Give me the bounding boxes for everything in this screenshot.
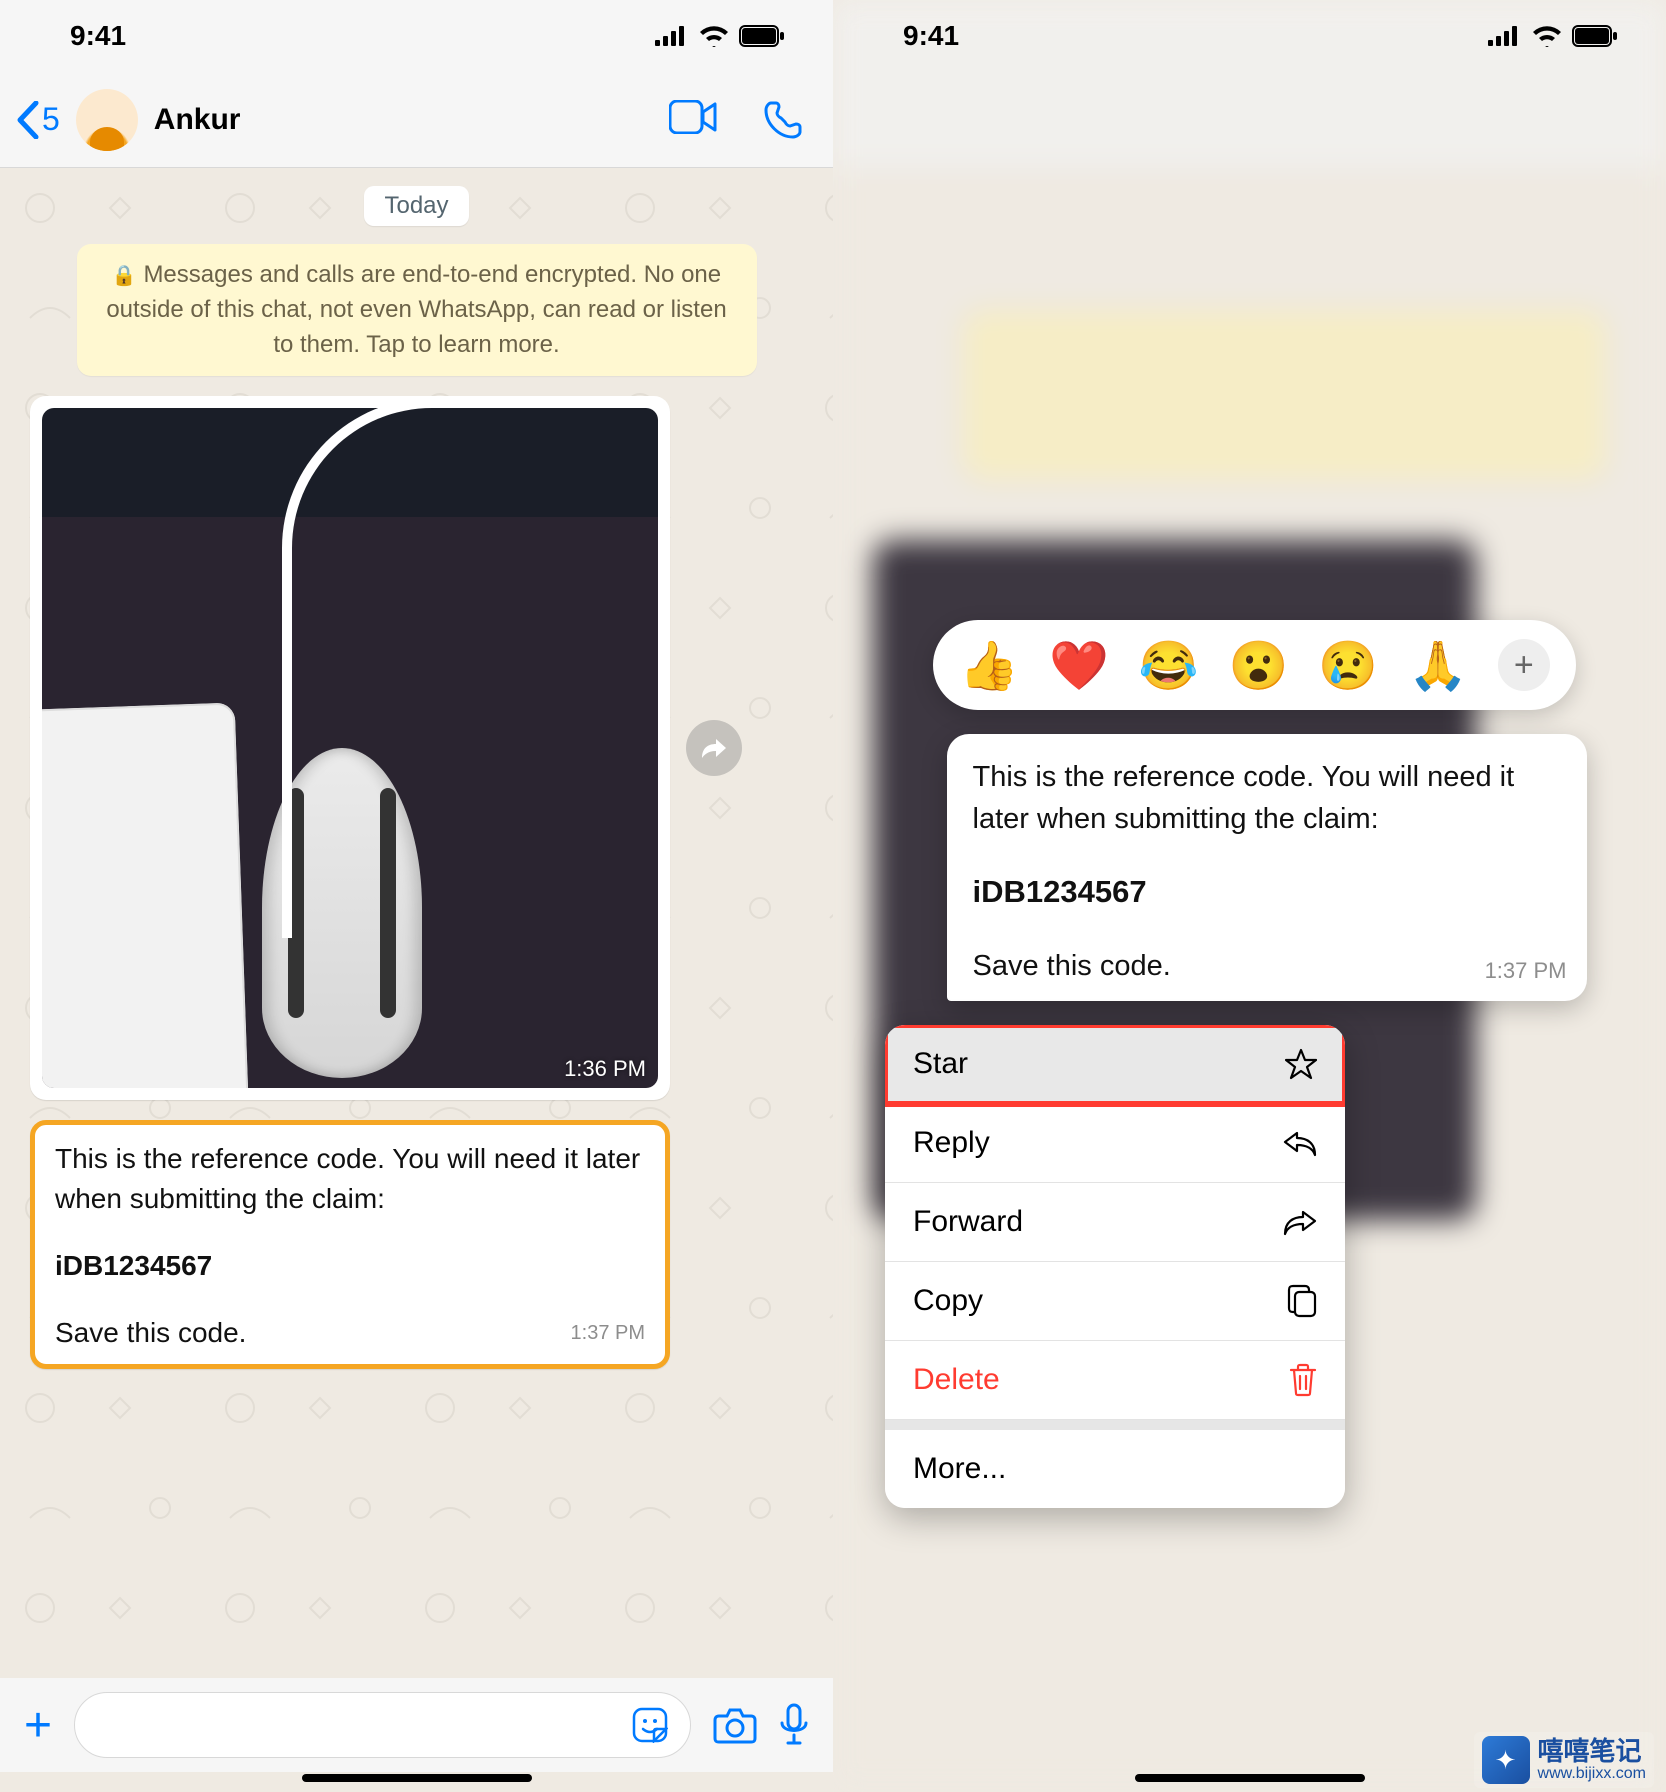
voice-call-icon[interactable] xyxy=(763,100,803,140)
menu-forward-label: Forward xyxy=(913,1205,1023,1239)
forward-shortcut[interactable] xyxy=(686,720,742,776)
avatar[interactable] xyxy=(76,89,138,151)
reaction-thumbsup[interactable]: 👍 xyxy=(959,637,1019,694)
chevron-left-icon xyxy=(16,101,40,139)
reaction-pray[interactable]: 🙏 xyxy=(1408,637,1468,694)
watermark-title: 嘻嘻笔记 xyxy=(1538,1736,1642,1766)
reaction-heart[interactable]: ❤️ xyxy=(1049,637,1109,694)
lock-icon: 🔒 xyxy=(112,265,137,287)
reaction-more[interactable]: + xyxy=(1498,639,1550,691)
unread-count: 5 xyxy=(42,101,60,138)
menu-reply-label: Reply xyxy=(913,1126,990,1160)
watermark-url: www.bijixx.com xyxy=(1538,1765,1646,1783)
mic-icon[interactable] xyxy=(779,1703,809,1747)
watermark: ✦ 嘻嘻笔记 www.bijixx.com xyxy=(1474,1732,1654,1788)
menu-copy[interactable]: Copy xyxy=(885,1262,1345,1341)
menu-more[interactable]: More... xyxy=(885,1420,1345,1508)
preview-line1: This is the reference code. You will nee… xyxy=(973,761,1515,835)
message-image xyxy=(42,408,658,1088)
cellular-icon xyxy=(655,26,689,46)
reaction-laugh[interactable]: 😂 xyxy=(1139,637,1199,694)
message-input[interactable] xyxy=(74,1692,691,1758)
message-time: 1:37 PM xyxy=(571,1319,645,1347)
menu-more-label: More... xyxy=(913,1452,1006,1486)
home-indicator xyxy=(302,1774,532,1782)
chat-body[interactable]: Today 🔒 Messages and calls are end-to-en… xyxy=(0,168,833,1678)
status-icons xyxy=(655,25,785,47)
contact-name[interactable]: Ankur xyxy=(154,103,653,137)
message-line1: This is the reference code. You will nee… xyxy=(55,1143,640,1213)
context-overlay[interactable]: 👍 ❤️ 😂 😮 😢 🙏 + This is the reference cod… xyxy=(833,0,1666,1792)
message-code: iDB1234567 xyxy=(55,1246,645,1285)
battery-icon xyxy=(739,25,785,47)
menu-copy-label: Copy xyxy=(913,1284,983,1318)
chat-header: 5 Ankur xyxy=(0,72,833,168)
reaction-wow[interactable]: 😮 xyxy=(1229,637,1289,694)
status-time: 9:41 xyxy=(70,20,126,52)
menu-delete-label: Delete xyxy=(913,1363,1000,1397)
menu-reply[interactable]: Reply xyxy=(885,1104,1345,1183)
menu-forward[interactable]: Forward xyxy=(885,1183,1345,1262)
image-message[interactable]: 1:36 PM xyxy=(30,396,670,1100)
copy-icon xyxy=(1287,1284,1317,1318)
forward-icon xyxy=(700,736,728,760)
preview-code: iDB1234567 xyxy=(973,870,1561,915)
status-bar: 9:41 xyxy=(0,0,833,72)
text-message[interactable]: This is the reference code. You will nee… xyxy=(30,1120,670,1369)
preview-time: 1:37 PM xyxy=(1485,955,1567,987)
message-line2: Save this code. xyxy=(55,1317,246,1348)
reply-icon xyxy=(1283,1129,1317,1157)
watermark-logo-icon: ✦ xyxy=(1482,1736,1530,1784)
star-icon xyxy=(1285,1048,1317,1080)
phone-left: 9:41 5 Ankur Today 🔒 Messages and calls … xyxy=(0,0,833,1792)
context-menu: Star Reply Forward Copy Delete More... xyxy=(885,1025,1345,1508)
reaction-sad[interactable]: 😢 xyxy=(1318,637,1378,694)
preview-line2: Save this code. xyxy=(973,950,1171,982)
menu-star[interactable]: Star xyxy=(885,1025,1345,1104)
menu-star-label: Star xyxy=(913,1047,968,1081)
reactions-bar: 👍 ❤️ 😂 😮 😢 🙏 + xyxy=(933,620,1576,710)
encryption-notice[interactable]: 🔒 Messages and calls are end-to-end encr… xyxy=(77,244,757,376)
image-time: 1:36 PM xyxy=(564,1056,646,1082)
date-pill: Today xyxy=(364,186,468,226)
phone-right: 9:41 👍 ❤️ 😂 😮 😢 🙏 + This is the referenc… xyxy=(833,0,1666,1792)
encryption-text: Messages and calls are end-to-end encryp… xyxy=(106,261,726,358)
home-indicator xyxy=(1135,1774,1365,1782)
back-button[interactable]: 5 xyxy=(16,101,60,139)
wifi-icon xyxy=(699,25,729,47)
camera-icon[interactable] xyxy=(713,1706,757,1744)
message-preview: This is the reference code. You will nee… xyxy=(947,734,1587,1001)
forward-icon xyxy=(1283,1208,1317,1236)
attach-button[interactable]: + xyxy=(24,1698,52,1753)
menu-delete[interactable]: Delete xyxy=(885,1341,1345,1420)
sticker-icon[interactable] xyxy=(632,1707,668,1743)
video-call-icon[interactable] xyxy=(669,100,717,134)
input-bar: + xyxy=(0,1678,833,1772)
trash-icon xyxy=(1289,1363,1317,1397)
